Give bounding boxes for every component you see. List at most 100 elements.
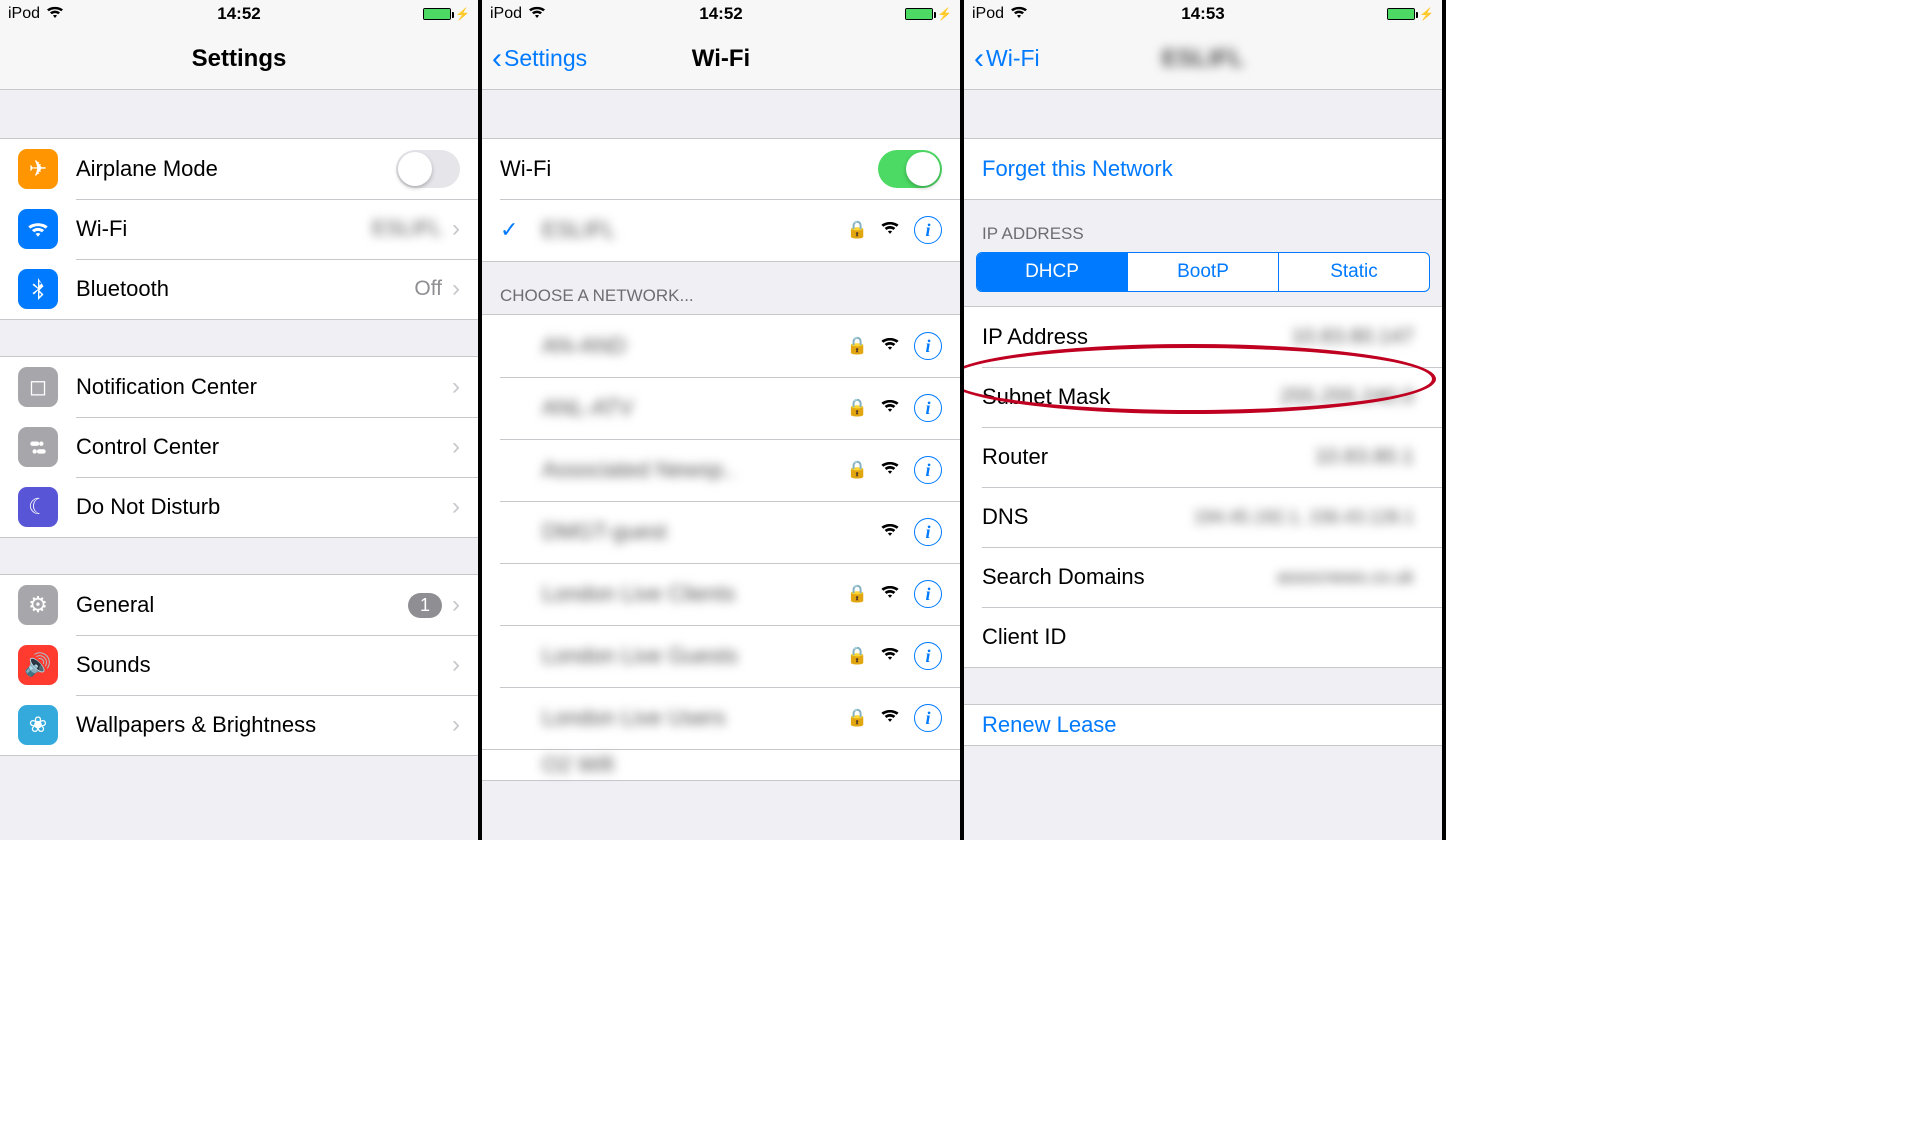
info-icon[interactable]: i xyxy=(914,394,942,422)
row-network[interactable]: ✓AN-AND🔒i xyxy=(482,315,960,377)
dnd-label: Do Not Disturb xyxy=(76,494,452,520)
wifi-icon xyxy=(1010,5,1028,24)
info-icon[interactable]: i xyxy=(914,518,942,546)
wifi-menu-icon xyxy=(18,209,58,249)
row-sounds[interactable]: 🔊 Sounds › xyxy=(0,635,478,695)
network-name: London Live Guests xyxy=(542,643,837,669)
renew-label: Renew Lease xyxy=(982,712,1117,738)
network-name: ANL-ATV xyxy=(542,395,837,421)
row-wallpapers[interactable]: ❀ Wallpapers & Brightness › xyxy=(0,695,478,755)
row-search-domains[interactable]: Search Domains assocnews.co.uk xyxy=(964,547,1442,607)
lock-icon: 🔒 xyxy=(847,646,868,666)
ip-label: IP Address xyxy=(982,324,1291,350)
row-ip-address[interactable]: IP Address 10.83.80.147 xyxy=(964,307,1442,367)
device-label: iPod xyxy=(972,5,1004,23)
wifi-signal-icon xyxy=(880,521,900,543)
lock-icon: 🔒 xyxy=(847,584,868,604)
row-client-id[interactable]: Client ID xyxy=(964,607,1442,667)
control-label: Control Center xyxy=(76,434,452,460)
info-icon[interactable]: i xyxy=(914,332,942,360)
screen-settings: iPod 14:52 ⚡ Settings ✈ Airplane Mode Wi… xyxy=(0,0,482,840)
ip-address-header: IP ADDRESS xyxy=(964,200,1442,252)
row-airplane-mode[interactable]: ✈ Airplane Mode xyxy=(0,139,478,199)
wifi-signal-icon xyxy=(880,707,900,729)
wifi-signal-icon xyxy=(880,219,900,241)
info-icon[interactable]: i xyxy=(914,704,942,732)
wifi-switch[interactable] xyxy=(878,150,942,188)
seg-bootp[interactable]: BootP xyxy=(1127,253,1278,291)
forget-label: Forget this Network xyxy=(982,156,1173,182)
row-network-partial[interactable]: ✓ O2 Wifi xyxy=(482,750,960,780)
network-name: London Live Clients xyxy=(542,581,837,607)
network-name: London Live Users xyxy=(542,705,837,731)
row-notification-center[interactable]: ◻ Notification Center › xyxy=(0,357,478,417)
chevron-right-icon: › xyxy=(452,711,460,739)
row-dns[interactable]: DNS 194.45.192.1, 156.43.128.1 xyxy=(964,487,1442,547)
airplane-switch[interactable] xyxy=(396,150,460,188)
back-label: Wi-Fi xyxy=(986,45,1040,72)
wifi-icon xyxy=(46,5,64,24)
sounds-label: Sounds xyxy=(76,652,452,678)
general-badge: 1 xyxy=(408,593,442,618)
bluetooth-label: Bluetooth xyxy=(76,276,414,302)
forget-network-button[interactable]: Forget this Network xyxy=(964,139,1442,199)
notification-icon: ◻ xyxy=(18,367,58,407)
row-wifi-toggle[interactable]: Wi-Fi xyxy=(482,139,960,199)
chevron-right-icon: › xyxy=(452,591,460,619)
row-network[interactable]: ✓Associated Newsp..🔒i xyxy=(482,439,960,501)
status-bar: iPod 14:53 ⚡ xyxy=(964,0,1442,28)
charging-icon: ⚡ xyxy=(455,7,470,21)
screen-wifi: iPod 14:52 ⚡ ‹ Settings Wi-Fi Wi-Fi ✓ ES… xyxy=(482,0,964,840)
network-name: Associated Newsp.. xyxy=(542,457,837,483)
screen-network-details: iPod 14:53 ⚡ ‹ Wi-Fi ESLIFL Forget this … xyxy=(964,0,1446,840)
row-current-network[interactable]: ✓ ESLIFL 🔒 i xyxy=(482,199,960,261)
battery-icon xyxy=(1387,8,1415,20)
network-name: DMGT-guest xyxy=(542,519,868,545)
row-router[interactable]: Router 10.83.80.1 xyxy=(964,427,1442,487)
row-network[interactable]: ✓London Live Guests🔒i xyxy=(482,625,960,687)
search-label: Search Domains xyxy=(982,564,1277,590)
gear-icon: ⚙ xyxy=(18,585,58,625)
wallpapers-label: Wallpapers & Brightness xyxy=(76,712,452,738)
notif-label: Notification Center xyxy=(76,374,452,400)
row-subnet-mask[interactable]: Subnet Mask 255.255.240.0 xyxy=(964,367,1442,427)
battery-icon xyxy=(423,8,451,20)
network-name: AN-AND xyxy=(542,333,837,359)
seg-dhcp[interactable]: DHCP xyxy=(977,253,1127,291)
control-center-icon xyxy=(18,427,58,467)
seg-static[interactable]: Static xyxy=(1278,253,1429,291)
back-button[interactable]: ‹ Settings xyxy=(492,44,587,74)
chevron-right-icon: › xyxy=(452,215,460,243)
info-icon[interactable]: i xyxy=(914,580,942,608)
dns-value: 194.45.192.1, 156.43.128.1 xyxy=(1194,507,1414,528)
row-network[interactable]: ✓London Live Users🔒i xyxy=(482,687,960,749)
row-network[interactable]: ✓London Live Clients🔒i xyxy=(482,563,960,625)
dns-label: DNS xyxy=(982,504,1194,530)
router-label: Router xyxy=(982,444,1315,470)
ip-mode-segmented-control[interactable]: DHCP BootP Static xyxy=(976,252,1430,292)
renew-lease-button[interactable]: Renew Lease xyxy=(964,705,1442,745)
info-icon[interactable]: i xyxy=(914,216,942,244)
back-button[interactable]: ‹ Wi-Fi xyxy=(974,44,1040,74)
row-do-not-disturb[interactable]: ☾ Do Not Disturb › xyxy=(0,477,478,537)
bluetooth-value: Off xyxy=(414,277,442,301)
row-wifi[interactable]: Wi-Fi ESLIFL › xyxy=(0,199,478,259)
lock-icon: 🔒 xyxy=(847,708,868,728)
airplane-label: Airplane Mode xyxy=(76,156,396,182)
lock-icon: 🔒 xyxy=(847,220,868,240)
status-bar: iPod 14:52 ⚡ xyxy=(482,0,960,28)
row-network[interactable]: ✓ANL-ATV🔒i xyxy=(482,377,960,439)
row-network[interactable]: ✓DMGT-guesti xyxy=(482,501,960,563)
row-control-center[interactable]: Control Center › xyxy=(0,417,478,477)
info-icon[interactable]: i xyxy=(914,456,942,484)
ip-value: 10.83.80.147 xyxy=(1291,325,1414,349)
page-title: Settings xyxy=(0,45,478,73)
row-bluetooth[interactable]: Bluetooth Off › xyxy=(0,259,478,319)
device-label: iPod xyxy=(490,5,522,23)
wifi-toggle-label: Wi-Fi xyxy=(500,156,878,182)
row-general[interactable]: ⚙ General 1 › xyxy=(0,575,478,635)
info-icon[interactable]: i xyxy=(914,642,942,670)
status-time: 14:53 xyxy=(964,4,1442,24)
wifi-signal-icon xyxy=(880,583,900,605)
bluetooth-icon xyxy=(18,269,58,309)
